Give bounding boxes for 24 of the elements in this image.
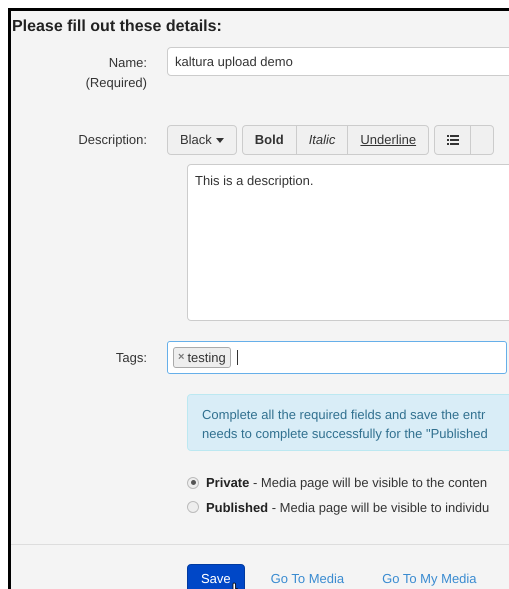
- text-cursor: [236, 350, 238, 365]
- format-button[interactable]: Italic: [296, 126, 348, 154]
- field-label: Name:: [108, 54, 147, 72]
- color-dropdown[interactable]: Black: [167, 125, 237, 155]
- visibility-option-text: Published - Media page will be visible to individu: [206, 498, 490, 517]
- tags-field[interactable]: × testing: [167, 341, 507, 374]
- save-button[interactable]: Save: [187, 564, 245, 589]
- radio-button[interactable]: [187, 501, 199, 514]
- description-field[interactable]: This is a description.: [187, 164, 509, 321]
- list-icon: [446, 135, 459, 145]
- name-field[interactable]: kaltura upload demo: [167, 47, 509, 76]
- info-text: Complete all the required fields and save the entr: [202, 406, 486, 424]
- remove-tag-icon[interactable]: ×: [178, 349, 184, 366]
- format-button[interactable]: Bold: [242, 126, 297, 154]
- field-sublabel: (Required): [86, 74, 147, 92]
- radio-button[interactable]: [187, 476, 199, 489]
- caret-icon: [216, 138, 224, 142]
- visibility-option-text: Private - Media page will be visible to the conten: [206, 474, 488, 492]
- form-heading: Please fill out these details:: [11, 17, 222, 37]
- tag-label: testing: [187, 348, 226, 367]
- info-text: needs to complete successfully for the "Published: [202, 425, 488, 443]
- format-button[interactable]: Underline: [348, 126, 428, 154]
- field-label: Description:: [78, 131, 147, 150]
- field-label: Tags:: [116, 348, 147, 367]
